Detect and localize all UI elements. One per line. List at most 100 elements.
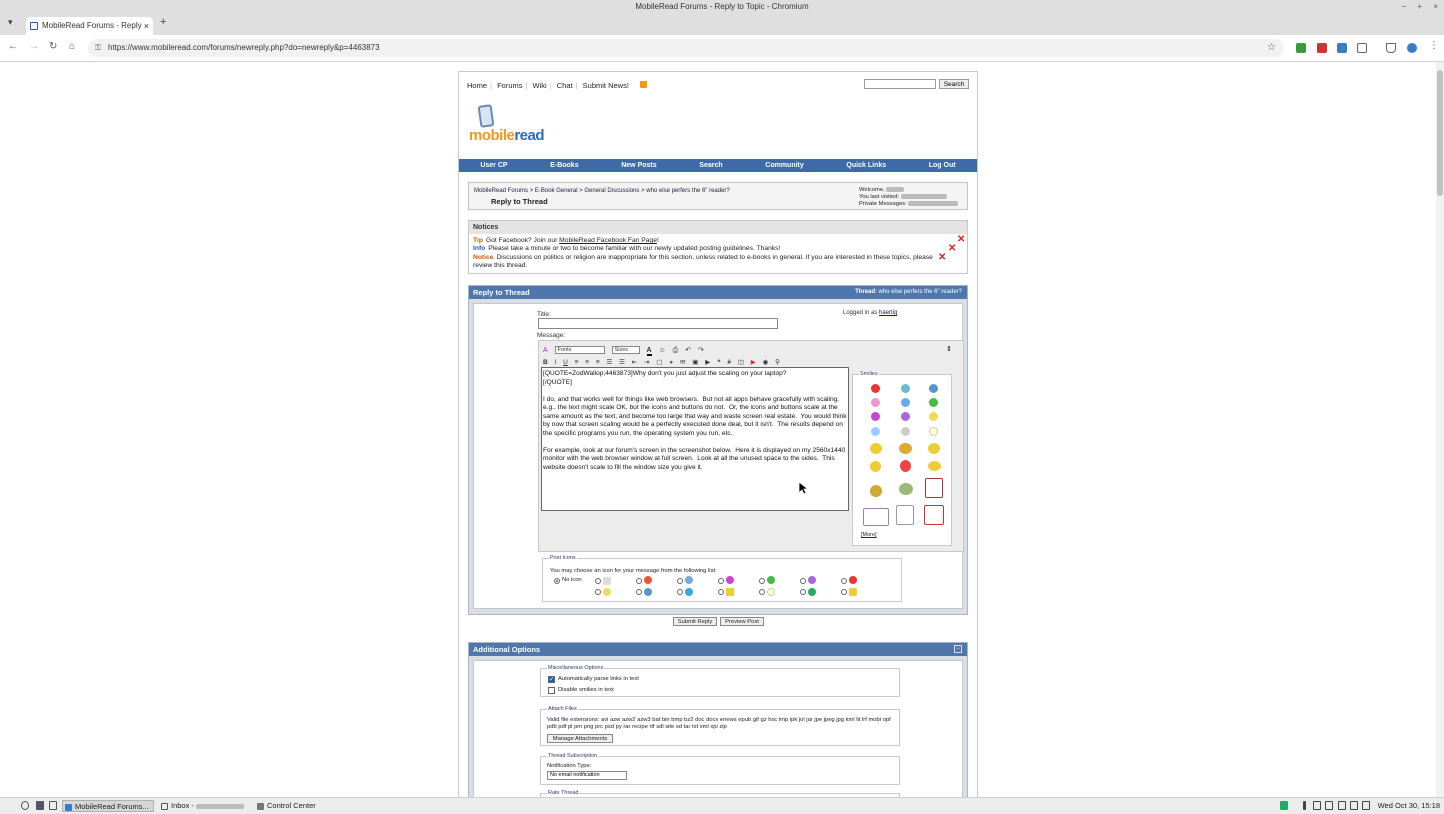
nav-ebooks[interactable]: E-Books [550,159,578,172]
switch-mode-icon[interactable]: A [543,347,548,354]
menu-kebab-icon[interactable]: ⋮ [1429,40,1439,51]
underline-icon[interactable]: U [563,359,568,366]
nav-community[interactable]: Community [765,159,804,172]
home-icon[interactable]: ⌂ [69,41,75,52]
tab-mobileread[interactable]: MobileRead Forums - Reply × [26,17,153,35]
preview-post-button[interactable]: Preview Post [720,617,764,626]
smilie-dizzy-icon[interactable] [871,427,880,436]
smilie-offtopic-sign-icon[interactable] [896,505,914,525]
page-scrollbar[interactable] [1436,62,1444,797]
youtube-icon[interactable]: ▶ [751,358,756,366]
smilie-shock-icon[interactable] [901,427,910,436]
smilie-read-icon[interactable] [870,461,881,472]
submit-reply-button[interactable]: Submit Reply [673,617,717,626]
post-icon-radio[interactable] [595,578,601,584]
collapse-icon[interactable]: − [954,645,962,653]
facebook-link[interactable]: MobileRead Facebook Fan Page [559,237,657,244]
nav-search[interactable]: Search [699,159,722,172]
post-icon-radio[interactable] [718,589,724,595]
rss-icon[interactable] [640,81,647,88]
toplink-chat[interactable]: Chat [557,81,573,90]
site-info-icon[interactable]: ⚿ [95,39,101,57]
post-icon-radio[interactable] [677,589,683,595]
smilie-cool-icon[interactable] [929,384,938,393]
smilie-tongue-icon[interactable] [871,412,880,421]
undo-icon[interactable]: ↶ [685,346,691,354]
tray-volume-icon[interactable] [1362,801,1370,810]
taskbar-clock[interactable]: Wed Oct 30, 15:18 [1378,800,1440,812]
spoiler-icon[interactable]: ◉ [763,358,769,366]
toplink-wiki[interactable]: Wiki [533,81,547,90]
thread-link[interactable]: Thread: who else perfers the 6" reader? [855,286,962,299]
nav-quick-links[interactable]: Quick Links [846,159,886,172]
insert-link-icon[interactable]: ● [669,359,673,366]
title-input[interactable] [538,318,778,329]
search-editor-icon[interactable]: ⚲ [775,358,780,366]
nav-log-out[interactable]: Log Out [929,159,956,172]
smilie-wink-icon[interactable] [901,398,910,407]
smilie-menu-icon[interactable]: ☺ [659,347,666,354]
italic-icon[interactable]: I [555,359,557,366]
new-tab-button[interactable]: + [160,16,166,28]
ordered-list-icon[interactable]: ☰ [606,358,612,366]
dismiss-notice-icon[interactable]: ✕ [938,252,946,263]
tab-search-icon[interactable]: ▾ [8,17,13,28]
username-link[interactable]: haertig [879,310,897,316]
post-icon-radio[interactable] [759,589,765,595]
insert-email-icon[interactable]: ✉ [680,358,685,366]
scrollbar-thumb[interactable] [1437,70,1443,196]
post-icon-radio[interactable] [595,589,601,595]
no-icon-radio[interactable] [554,578,560,584]
font-select[interactable]: Fonts [554,346,605,355]
post-icon-radio[interactable] [800,578,806,584]
tray-clipboard-icon[interactable] [1338,801,1346,810]
maximize-button[interactable]: + [1417,2,1422,11]
close-window-button[interactable]: × [1433,2,1438,11]
forward-icon[interactable]: → [29,41,39,52]
breadcrumb[interactable]: MobileRead Forums > E-Book General > Gen… [474,188,730,194]
parse-links-checkbox[interactable]: ✓ [548,676,555,683]
tray-monitor-icon[interactable] [1280,801,1288,810]
toplink-submit-news[interactable]: Submit News! [583,81,629,90]
extension-icon-blue[interactable] [1337,43,1347,53]
text-color-icon[interactable]: A [646,347,652,356]
terminal-icon[interactable] [36,801,44,810]
wrap-tags-icon[interactable]: ▢ [656,358,662,366]
taskbar-task-chromium[interactable]: MobileRead Forums... [62,800,154,812]
tray-network-icon[interactable] [1313,801,1321,810]
insert-image-icon[interactable]: ▣ [692,358,698,366]
smilie-sick-icon[interactable] [929,398,938,407]
nav-user-cp[interactable]: User CP [480,159,507,172]
align-left-icon[interactable]: ≡ [575,359,579,366]
app-menu-icon[interactable] [21,801,29,810]
review-thread-link[interactable]: review this thread [473,262,525,269]
smilie-thumbsup-icon[interactable] [870,443,882,454]
disable-smilies-checkbox[interactable] [548,687,555,694]
smilie-thanks-sign-icon[interactable] [863,508,889,526]
redo-icon[interactable]: ↷ [698,346,704,354]
post-icon-radio[interactable] [841,578,847,584]
post-icon-radio[interactable] [759,578,765,584]
dismiss-info-icon[interactable]: ✕ [948,243,956,254]
align-center-icon[interactable]: ≡ [585,359,589,366]
attach-menu-icon[interactable]: ⎙ [673,347,679,355]
mobileread-logo[interactable]: mobileread [467,104,557,148]
code-icon[interactable]: # [727,359,731,366]
site-search-button[interactable]: Search [939,79,969,89]
labs-flask-icon[interactable] [1386,43,1396,53]
smilies-more-link[interactable]: [More] [861,532,877,538]
smilie-wave-icon[interactable] [928,443,940,454]
bookmark-star-icon[interactable]: ☆ [1267,39,1276,57]
tray-pen-icon[interactable] [1325,801,1333,810]
indent-icon[interactable]: ⇥ [644,358,649,366]
tray-shield-icon[interactable] [1350,801,1358,810]
post-icon-radio[interactable] [677,578,683,584]
smilie-laugh-icon[interactable] [929,412,938,421]
post-icon-radio[interactable] [636,578,642,584]
insert-video-icon[interactable]: ▶ [705,358,710,366]
files-icon[interactable] [49,801,57,810]
smilie-book-icon[interactable] [899,483,913,495]
smilie-car-icon[interactable] [928,461,941,471]
extensions-puzzle-icon[interactable] [1357,43,1367,53]
post-icon-radio[interactable] [841,589,847,595]
